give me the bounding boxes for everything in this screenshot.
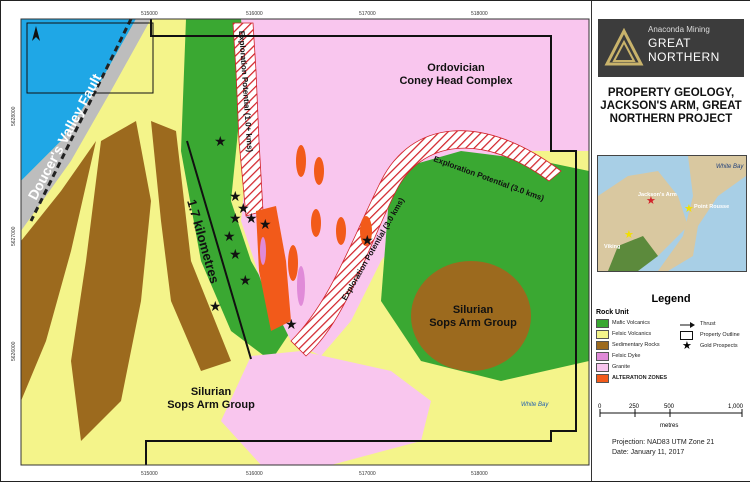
legend-item-label: Mafic Volcanics: [612, 320, 650, 326]
scale-tick: 500: [664, 404, 675, 410]
gold-star-icon: ★: [682, 340, 692, 352]
northing-label: 5628000: [11, 106, 17, 126]
scale-tick: 0: [598, 404, 602, 410]
silurian-south-label: Silurian Sops Arm Group: [151, 386, 271, 412]
easting-label: 515000: [141, 471, 158, 477]
legend-item-label: Felsic Volcanics: [612, 331, 652, 337]
legend-title: Legend: [651, 293, 691, 305]
ordovician-label: Ordovician Coney Head Complex: [391, 62, 521, 88]
gold-prospect-marker: ★: [245, 210, 258, 226]
white-bay-label: White Bay: [521, 402, 549, 408]
legend: Legend Rock Unit Mafic Volcanics Felsic V…: [592, 289, 750, 399]
viking-star-icon: ★: [624, 229, 634, 241]
inset-viking-label: Viking: [604, 244, 620, 250]
scale-tick: 250: [629, 404, 640, 410]
legend-swatch: [596, 341, 609, 350]
legend-property-outline: Property Outline: [700, 332, 740, 338]
northing-label: 5627000: [11, 226, 17, 246]
legend-gold-prospects: Gold Prospects: [700, 343, 738, 349]
projection-text: Projection: NAD83 UTM Zone 21: [612, 439, 715, 446]
gold-prospect-marker: ★: [239, 272, 252, 288]
legend-item-label: Granite: [612, 364, 631, 370]
silurian-south-label-line2: Sops Arm Group: [167, 399, 255, 411]
gold-prospect-marker: ★: [259, 216, 272, 232]
thrust-icon: [680, 322, 695, 328]
silurian-east-label: Silurian Sops Arm Group: [413, 304, 533, 330]
easting-label: 517000: [359, 11, 376, 17]
legend-item-label: ALTERATION ZONES: [612, 375, 668, 381]
scale-tick: 1,000: [728, 404, 744, 410]
company-logo: Anaconda Mining GREAT NORTHERN: [598, 19, 744, 77]
legend-thrust: Thrust: [700, 321, 716, 327]
legend-rock-unit: Rock Unit: [596, 309, 629, 316]
logo-line2: GREAT: [648, 36, 691, 50]
easting-label: 516000: [246, 11, 263, 17]
silurian-south-label-line1: Silurian: [190, 386, 232, 398]
ordovician-label-line1: Ordovician: [427, 62, 485, 74]
silurian-east-label-line1: Silurian: [452, 304, 494, 316]
inset-point-rousse-label: Point Rousse: [694, 204, 729, 210]
logo-line3: NORTHERN: [648, 50, 720, 64]
scale-bar: 0 250 500 1,000 metres: [592, 399, 750, 435]
legend-swatch: [596, 330, 609, 339]
easting-label: 518000: [471, 471, 488, 477]
logo-line1: Anaconda Mining: [648, 25, 710, 34]
northing-label: 5626000: [11, 341, 17, 361]
map-title: PROPERTY GEOLOGY, JACKSON'S ARM, GREAT N…: [600, 87, 742, 125]
inset-jacksons-arm-label: Jackson's Arm: [638, 192, 677, 198]
legend-swatch: [596, 363, 609, 372]
triangle-logo-icon: [604, 28, 644, 66]
legend-swatch: [596, 352, 609, 361]
scale-unit: metres: [660, 423, 678, 429]
gold-prospect-marker: ★: [223, 228, 236, 244]
easting-label: 518000: [471, 11, 488, 17]
easting-label: 515000: [141, 11, 158, 17]
felsic-dyke: [297, 266, 305, 306]
easting-label: 516000: [246, 471, 263, 477]
legend-item-label: Sedimentary Rocks: [612, 342, 660, 348]
point-rousse-star-icon: ★: [684, 203, 694, 215]
gold-prospect-marker: ★: [214, 133, 227, 149]
gold-prospect-marker: ★: [285, 316, 298, 332]
map-sheet: ★ ★ ★ ★ ★ ★ ★ ★ ★ ★ ★ ★ 515000 516000 51…: [0, 0, 750, 482]
gold-prospect-marker: ★: [209, 298, 222, 314]
gold-prospect-marker: ★: [229, 210, 242, 226]
inset-white-bay-label: White Bay: [716, 164, 744, 170]
date-text: Date: January 11, 2017: [612, 449, 685, 456]
side-panel: Anaconda Mining GREAT NORTHERN PROPERTY …: [591, 1, 750, 481]
gold-prospect-marker: ★: [229, 246, 242, 262]
legend-swatch: [596, 319, 609, 328]
legend-item-label: Felsic Dyke: [612, 353, 641, 359]
silurian-east-label-line2: Sops Arm Group: [429, 317, 517, 329]
legend-swatch: [596, 374, 609, 383]
easting-label: 517000: [359, 471, 376, 477]
ordovician-label-line2: Coney Head Complex: [399, 75, 513, 87]
location-inset-map: ★ ★ ★ White Bay Jackson's Arm Point Rous…: [597, 155, 747, 272]
